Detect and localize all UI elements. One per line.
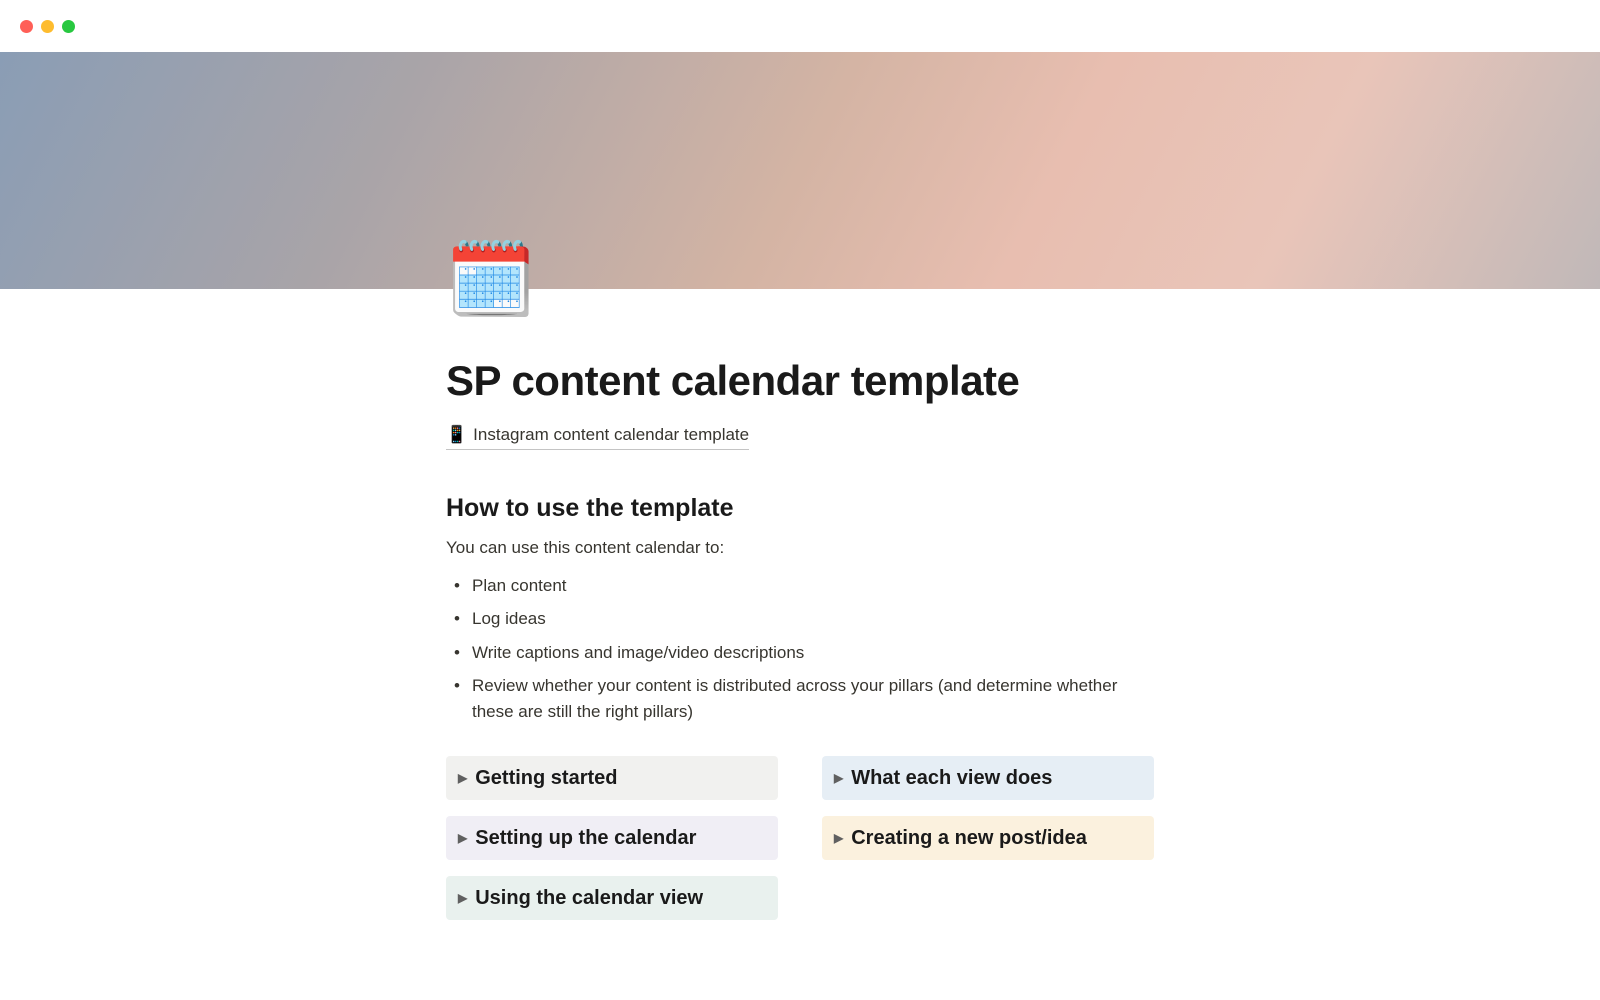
list-item[interactable]: Write captions and image/video descripti…	[448, 636, 1154, 670]
page-icon[interactable]: 🗓️	[446, 244, 524, 322]
toggle-label: Getting started	[475, 763, 617, 793]
intro-text[interactable]: You can use this content calendar to:	[446, 535, 1154, 561]
list-item[interactable]: Review whether your content is distribut…	[448, 669, 1154, 728]
window-titlebar	[0, 0, 1600, 52]
toggle-label: Creating a new post/idea	[851, 823, 1087, 853]
page-content: 🗓️ SP content calendar template 📱 Instag…	[446, 289, 1154, 980]
chevron-right-icon: ▶	[458, 889, 467, 907]
toggle-getting-started[interactable]: ▶ Getting started	[446, 756, 778, 800]
calendar-icon: 🗓️	[446, 240, 536, 320]
toggle-calendar-view[interactable]: ▶ Using the calendar view	[446, 876, 778, 920]
toggle-label: Using the calendar view	[475, 883, 703, 913]
list-item[interactable]: Plan content	[448, 569, 1154, 603]
page-cover[interactable]	[0, 52, 1600, 289]
section-heading[interactable]: How to use the template	[446, 490, 1154, 528]
window: 🗓️ SP content calendar template 📱 Instag…	[0, 0, 1600, 1000]
chevron-right-icon: ▶	[458, 829, 467, 847]
toggle-label: What each view does	[851, 763, 1052, 793]
list-item[interactable]: Log ideas	[448, 602, 1154, 636]
phone-icon: 📱	[446, 422, 467, 448]
sub-page-link-text: Instagram content calendar template	[473, 422, 749, 448]
toggle-grid: ▶ Getting started ▶ Setting up the calen…	[446, 756, 1154, 920]
chevron-right-icon: ▶	[834, 829, 843, 847]
toggle-setting-up[interactable]: ▶ Setting up the calendar	[446, 816, 778, 860]
maximize-window-button[interactable]	[62, 20, 75, 33]
toggle-new-post[interactable]: ▶ Creating a new post/idea	[822, 816, 1154, 860]
minimize-window-button[interactable]	[41, 20, 54, 33]
chevron-right-icon: ▶	[834, 769, 843, 787]
toggle-label: Setting up the calendar	[475, 823, 696, 853]
close-window-button[interactable]	[20, 20, 33, 33]
page-title[interactable]: SP content calendar template	[446, 289, 1154, 412]
chevron-right-icon: ▶	[458, 769, 467, 787]
sub-page-link[interactable]: 📱 Instagram content calendar template	[446, 422, 749, 450]
bullet-list: Plan content Log ideas Write captions an…	[446, 569, 1154, 729]
toggle-view-does[interactable]: ▶ What each view does	[822, 756, 1154, 800]
